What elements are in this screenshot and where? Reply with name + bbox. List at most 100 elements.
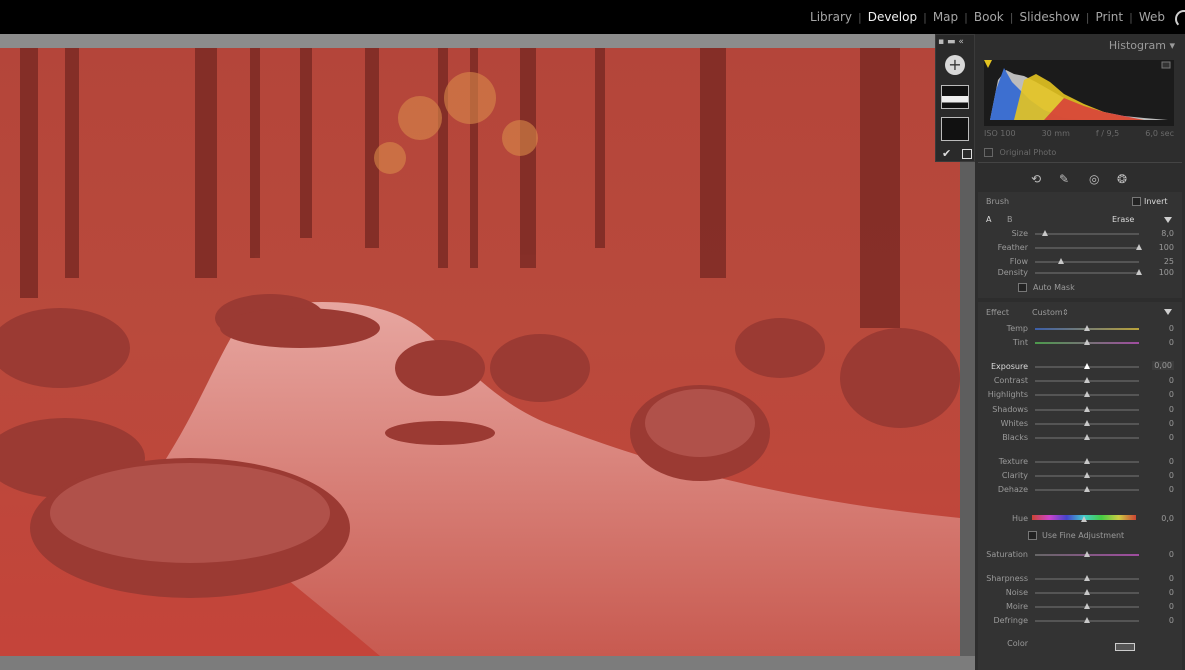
texture-slider[interactable] <box>1035 458 1139 464</box>
defringe-slider-knob[interactable] <box>1084 617 1090 623</box>
defringe-value[interactable]: 0 <box>1169 616 1174 625</box>
highlights-slider-knob[interactable] <box>1084 391 1090 397</box>
density-slider-knob[interactable] <box>1136 269 1142 275</box>
mask-thumbnail-selected[interactable] <box>941 85 969 109</box>
brush-section: Brush Invert A B Erase Size 8,0 Feather … <box>978 192 1182 298</box>
temp-slider[interactable] <box>1035 325 1139 331</box>
highlights-slider[interactable] <box>1035 391 1139 397</box>
masking-icon[interactable]: ❂ <box>1117 172 1127 186</box>
dehaze-slider[interactable] <box>1035 486 1139 492</box>
exposure-slider[interactable] <box>1035 363 1139 369</box>
brush-b-tab[interactable]: B <box>1007 215 1013 224</box>
module-map[interactable]: Map <box>927 10 964 24</box>
hue-slider-knob[interactable] <box>1081 516 1087 522</box>
brush-menu-triangle-icon[interactable] <box>1164 217 1172 223</box>
blacks-slider[interactable] <box>1035 434 1139 440</box>
moire-value[interactable]: 0 <box>1169 602 1174 611</box>
blacks-slider-knob[interactable] <box>1084 434 1090 440</box>
mask-thumbnail[interactable] <box>941 117 969 141</box>
histogram-graph[interactable] <box>984 60 1174 126</box>
toolstrip-header-icon[interactable]: ▪ ▬ « <box>938 37 964 47</box>
flow-slider-knob[interactable] <box>1058 258 1064 264</box>
size-value[interactable]: 8,0 <box>1161 229 1174 238</box>
noise-value[interactable]: 0 <box>1169 588 1174 597</box>
original-photo-checkbox[interactable] <box>984 148 993 157</box>
size-slider[interactable] <box>1035 230 1139 236</box>
histogram-header[interactable]: Histogram ▾ <box>1109 39 1175 52</box>
panel-toggle-icon[interactable] <box>1175 10 1185 28</box>
collapse-triangle-icon: ▾ <box>1169 39 1175 52</box>
hue-value[interactable]: 0,0 <box>1161 514 1174 523</box>
whites-slider-knob[interactable] <box>1084 420 1090 426</box>
fine-adjustment-checkbox[interactable] <box>1028 531 1037 540</box>
hue-slider[interactable] <box>1032 515 1136 522</box>
effect-collapse-triangle-icon[interactable] <box>1164 309 1172 315</box>
feather-slider-knob[interactable] <box>1136 244 1142 250</box>
shadows-slider[interactable] <box>1035 406 1139 412</box>
module-develop[interactable]: Develop <box>862 10 923 24</box>
feather-value[interactable]: 100 <box>1159 243 1174 252</box>
saturation-slider[interactable] <box>1035 551 1139 557</box>
sharpness-value[interactable]: 0 <box>1169 574 1174 583</box>
color-swatch[interactable] <box>1115 643 1135 651</box>
erase-tab[interactable]: Erase <box>1112 215 1134 224</box>
flow-value[interactable]: 25 <box>1164 257 1174 266</box>
dehaze-value[interactable]: 0 <box>1169 485 1174 494</box>
noise-slider[interactable] <box>1035 589 1139 595</box>
shadows-slider-knob[interactable] <box>1084 406 1090 412</box>
temp-value[interactable]: 0 <box>1169 324 1174 333</box>
exposure-value[interactable]: 0,00 <box>1152 361 1174 370</box>
tint-slider-knob[interactable] <box>1084 339 1090 345</box>
healing-icon[interactable]: ✎ <box>1059 172 1069 186</box>
sharpness-slider[interactable] <box>1035 575 1139 581</box>
size-slider-knob[interactable] <box>1042 230 1049 236</box>
module-book[interactable]: Book <box>968 10 1010 24</box>
panel-scroll-strip[interactable] <box>960 160 975 656</box>
checkmark-icon[interactable]: ✔ <box>942 147 951 160</box>
module-print[interactable]: Print <box>1090 10 1130 24</box>
tint-value[interactable]: 0 <box>1169 338 1174 347</box>
defringe-slider[interactable] <box>1035 617 1139 623</box>
flow-slider[interactable] <box>1035 258 1139 264</box>
saturation-slider-knob[interactable] <box>1084 551 1090 557</box>
contrast-slider-knob[interactable] <box>1084 377 1090 383</box>
contrast-slider[interactable] <box>1035 377 1139 383</box>
overlay-toggle-icon[interactable] <box>962 149 972 159</box>
temp-slider-knob[interactable] <box>1084 325 1090 331</box>
brush-a-tab[interactable]: A <box>986 215 991 224</box>
exposure-slider-knob[interactable] <box>1084 363 1090 369</box>
invert-checkbox[interactable] <box>1132 197 1141 206</box>
texture-slider-knob[interactable] <box>1084 458 1090 464</box>
module-web[interactable]: Web <box>1133 10 1171 24</box>
effect-preset-dropdown[interactable]: Custom <box>1032 308 1063 317</box>
moire-slider[interactable] <box>1035 603 1139 609</box>
moire-slider-knob[interactable] <box>1084 603 1090 609</box>
density-slider[interactable] <box>1035 269 1142 275</box>
clarity-value[interactable]: 0 <box>1169 471 1174 480</box>
whites-value[interactable]: 0 <box>1169 419 1174 428</box>
sharpness-slider-knob[interactable] <box>1084 575 1090 581</box>
photo-canvas[interactable] <box>0 48 960 656</box>
module-library[interactable]: Library <box>804 10 858 24</box>
texture-value[interactable]: 0 <box>1169 457 1174 466</box>
whites-slider[interactable] <box>1035 420 1139 426</box>
module-slideshow[interactable]: Slideshow <box>1013 10 1085 24</box>
clarity-slider[interactable] <box>1035 472 1139 478</box>
feather-slider[interactable] <box>1035 244 1142 250</box>
add-mask-button[interactable]: + <box>945 55 965 75</box>
dehaze-slider-knob[interactable] <box>1084 486 1090 492</box>
highlights-value[interactable]: 0 <box>1169 390 1174 399</box>
contrast-value[interactable]: 0 <box>1169 376 1174 385</box>
noise-slider-knob[interactable] <box>1084 589 1090 595</box>
blacks-value[interactable]: 0 <box>1169 433 1174 442</box>
dropdown-arrows-icon[interactable]: ⇕ <box>1062 308 1069 317</box>
tint-slider[interactable] <box>1035 339 1139 345</box>
density-value[interactable]: 100 <box>1159 268 1174 277</box>
clarity-slider-knob[interactable] <box>1084 472 1090 478</box>
crop-icon[interactable]: ⟲ <box>1031 172 1041 186</box>
saturation-value[interactable]: 0 <box>1169 550 1174 559</box>
shadows-value[interactable]: 0 <box>1169 405 1174 414</box>
redeye-icon[interactable]: ◎ <box>1089 172 1099 186</box>
auto-mask-checkbox[interactable] <box>1018 283 1027 292</box>
original-photo-toggle[interactable]: Original Photo <box>984 148 1056 157</box>
